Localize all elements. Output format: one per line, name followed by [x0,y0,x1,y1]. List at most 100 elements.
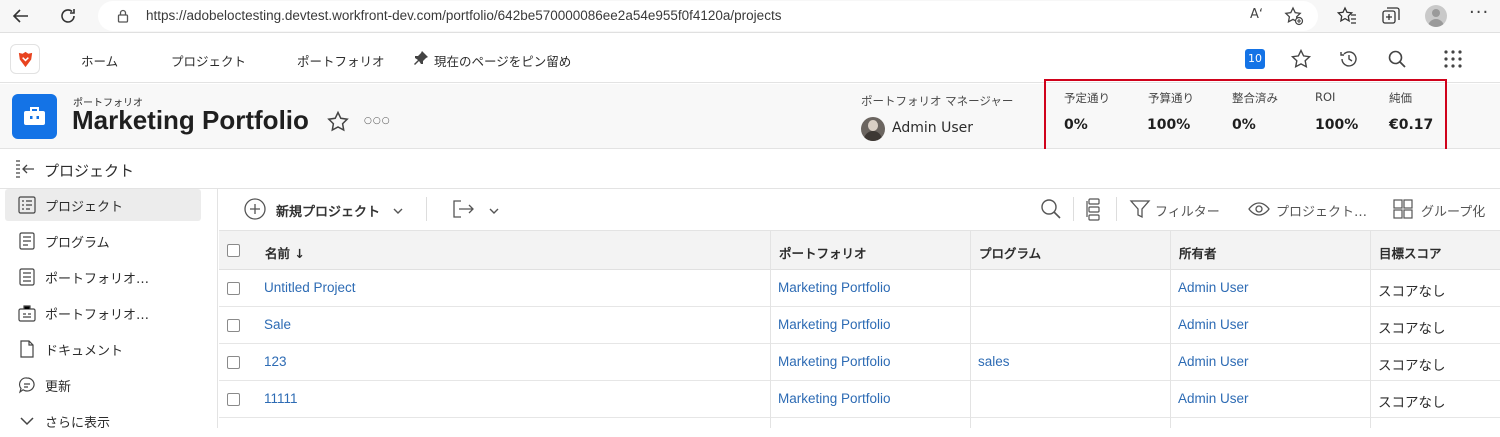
portfolio-link[interactable]: Marketing Portfolio [778,317,891,332]
refresh-icon[interactable] [57,5,79,27]
search-icon[interactable] [1039,197,1063,221]
filter-button[interactable]: フィルター [1155,201,1220,220]
hierarchy-icon[interactable] [1083,197,1107,221]
sidebar-item-label: ポートフォリオ… [45,308,150,323]
search-icon[interactable] [1386,48,1408,70]
project-name-link[interactable]: Untitled Project [264,280,356,295]
sidebar-item-label: プロジェクト [45,200,124,215]
portfolio-link[interactable]: Marketing Portfolio [778,391,891,406]
nav-projects[interactable]: プロジェクト [171,51,246,70]
manager-avatar[interactable] [861,117,885,141]
nav-pin-current-page[interactable]: 現在のページをピン留め [434,51,571,70]
metrics-highlight: 予定通り 0% 予算通り 100% 整合済み 0% ROI 100% 純価 €0… [1044,79,1447,153]
document-icon [20,340,34,358]
favorites-star-icon[interactable] [1290,48,1312,70]
export-icon[interactable] [451,197,475,221]
new-project-button[interactable]: 新規プロジェクト [276,201,380,220]
portfolio-object-icon [12,94,57,139]
favorites-icon[interactable] [1336,5,1358,27]
project-name-link[interactable]: Sale [264,317,291,332]
column-divider [1370,230,1371,428]
collections-icon[interactable] [1380,5,1402,27]
table-row[interactable]: Sale Marketing Portfolio Admin User スコアな… [219,307,1500,344]
program-link[interactable]: sales [978,354,1010,369]
owner-link[interactable]: Admin User [1178,280,1249,295]
table-row[interactable]: 123 Marketing Portfolio sales Admin User… [219,344,1500,381]
column-header-program[interactable]: プログラム [979,243,1041,262]
back-icon[interactable] [10,5,32,27]
read-aloud-icon[interactable]: Aʻ [1250,7,1263,22]
collapse-panel-icon[interactable] [14,159,36,179]
portfolio-header: ポートフォリオ Marketing Portfolio ○○○ ポートフォリオ … [0,79,1500,153]
eye-icon[interactable] [1247,197,1271,221]
nav-home[interactable]: ホーム [81,51,118,70]
metric-net-value-label: 純価 [1389,91,1412,105]
column-header-score[interactable]: 目標スコア [1379,243,1442,262]
score-value: スコアなし [1378,395,1446,410]
filter-icon[interactable] [1128,197,1152,221]
workfront-logo[interactable] [10,44,40,74]
table-header: 名前 ↓ ポートフォリオ プログラム 所有者 目標スコア [219,230,1500,270]
group-by-button[interactable]: グループ化 [1421,201,1485,220]
group-icon[interactable] [1391,197,1415,221]
portfolio-link[interactable]: Marketing Portfolio [778,280,891,295]
sidebar-item-label: 更新 [45,380,72,395]
metric-net-value-value: €0.17 [1389,117,1434,133]
metric-roi-value: 100% [1315,117,1359,133]
owner-link[interactable]: Admin User [1178,317,1249,332]
manager-name[interactable]: Admin User [892,120,973,136]
column-header-owner[interactable]: 所有者 [1179,243,1217,262]
row-checkbox[interactable] [227,319,240,332]
view-selector[interactable]: プロジェクト… [1276,201,1367,220]
app-grid-icon[interactable] [1442,48,1464,70]
metric-aligned-label: 整合済み [1232,91,1278,105]
sidebar-item-portfolio-details[interactable]: ポートフォリオ… [5,261,201,293]
nav-portfolios[interactable]: ポートフォリオ [297,51,385,70]
owner-link[interactable]: Admin User [1178,354,1249,369]
table-row[interactable]: 11111 Marketing Portfolio Admin User スコア… [219,381,1500,418]
section-header: プロジェクト [0,149,1500,189]
metric-on-budget-label: 予算通り [1148,91,1194,105]
column-header-name[interactable]: 名前 ↓ [265,243,305,262]
recents-clock-icon[interactable] [1338,48,1360,70]
row-checkbox[interactable] [227,393,240,406]
score-value: スコアなし [1378,321,1446,336]
manager-label: ポートフォリオ マネージャー [861,94,1014,108]
more-options-icon[interactable]: ○○○ [364,116,391,126]
url-text: https://adobeloctesting.devtest.workfron… [146,8,782,23]
sidebar-item-documents[interactable]: ドキュメント [5,333,201,365]
lock-icon[interactable] [116,9,130,23]
row-checkbox[interactable] [227,356,240,369]
column-divider [970,230,971,428]
notifications-badge[interactable]: 10 [1245,49,1265,69]
favorite-star-icon[interactable] [326,110,350,134]
add-favorite-icon[interactable] [1284,6,1304,26]
pin-icon[interactable] [413,50,429,66]
add-circle-icon[interactable] [243,197,267,221]
briefcase-icon [24,107,45,125]
column-header-portfolio[interactable]: ポートフォリオ [779,243,867,262]
sidebar-item-portfolio-optimizer[interactable]: ポートフォリオ… [5,297,201,329]
chevron-down-icon[interactable] [392,206,404,216]
portfolio-link[interactable]: Marketing Portfolio [778,354,891,369]
browser-menu-icon[interactable]: ··· [1469,2,1489,23]
project-name-link[interactable]: 11111 [264,391,298,406]
sidebar-item-programs[interactable]: プログラム [5,225,201,257]
browser-profile-avatar[interactable] [1425,5,1447,27]
left-sidebar: プロジェクト プログラム ポートフォリオ… ポートフォリオ… ドキュメント 更新… [0,189,218,431]
owner-link[interactable]: Admin User [1178,391,1249,406]
browser-toolbar: https://adobeloctesting.devtest.workfron… [0,0,1500,33]
sidebar-item-updates[interactable]: 更新 [5,369,201,401]
address-bar[interactable]: https://adobeloctesting.devtest.workfron… [98,1,1318,31]
sidebar-item-label: プログラム [45,236,110,251]
row-checkbox[interactable] [227,282,240,295]
table-row[interactable]: Untitled Project Marketing Portfolio Adm… [219,270,1500,307]
app-navigation: ホーム プロジェクト ポートフォリオ 現在のページをピン留め 10 [0,34,1500,83]
sidebar-item-projects[interactable]: プロジェクト [5,189,201,221]
metric-on-budget-value: 100% [1147,117,1191,133]
chevron-down-icon[interactable] [488,206,500,216]
select-all-checkbox[interactable] [227,244,240,257]
sidebar-item-show-more[interactable]: さらに表示 [5,405,201,437]
project-name-link[interactable]: 123 [264,354,287,369]
toolbar-divider [1073,197,1074,221]
